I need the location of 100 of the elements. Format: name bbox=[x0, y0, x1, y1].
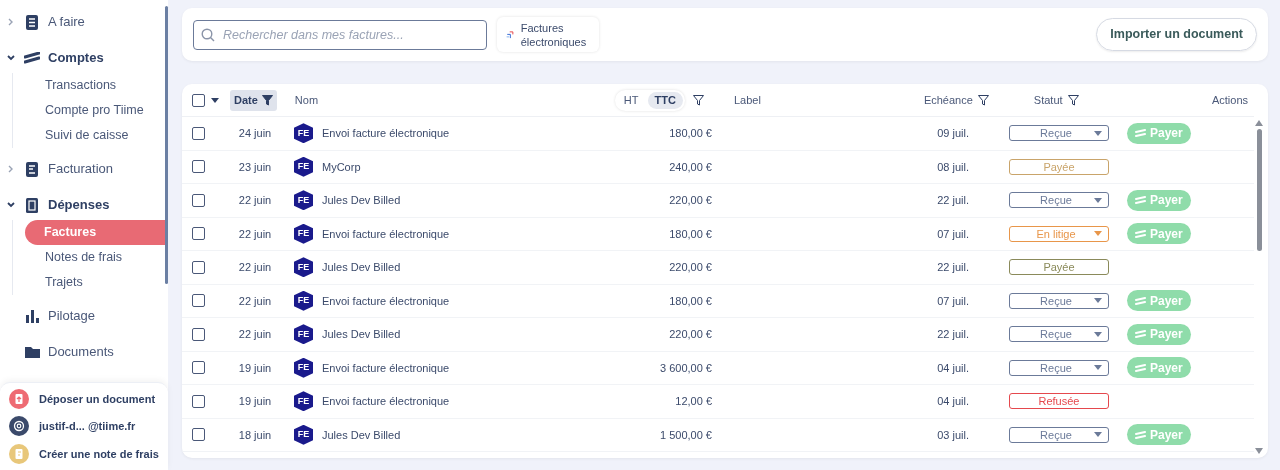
caret-down-icon bbox=[1094, 331, 1102, 337]
amount-cell-text: 240,00 € bbox=[668, 159, 712, 175]
due-date-cell-text: 09 juil. bbox=[936, 126, 969, 141]
column-header: Nom bbox=[294, 92, 320, 108]
checkbox[interactable] bbox=[192, 193, 205, 207]
checkbox[interactable] bbox=[192, 227, 205, 241]
amount-cell-text: 220,00 € bbox=[668, 193, 712, 208]
filter-icon[interactable] bbox=[261, 94, 273, 106]
ht-ttc-toggle[interactable]: HT TTC bbox=[614, 89, 685, 111]
caret-down-icon bbox=[1094, 130, 1102, 136]
quick-action-link[interactable]: Déposer un document bbox=[39, 390, 156, 408]
filter-icon[interactable] bbox=[977, 94, 989, 106]
card-icon bbox=[1135, 196, 1146, 205]
checkbox[interactable] bbox=[192, 93, 205, 107]
sidebar-item[interactable]: Documents bbox=[48, 342, 114, 362]
sidebar-item[interactable]: Pilotage bbox=[48, 306, 95, 326]
column-header: Echéance bbox=[923, 92, 973, 108]
scroll-down-arrow-icon[interactable] bbox=[1255, 448, 1263, 454]
sidebar-item[interactable]: Comptes bbox=[48, 48, 104, 68]
date-cell-text: 18 juin bbox=[237, 427, 273, 443]
checkbox[interactable] bbox=[192, 428, 205, 442]
status-dropdown[interactable]: Reçue bbox=[1009, 125, 1109, 142]
caret-down-icon bbox=[1094, 298, 1102, 304]
quick-action-link[interactable]: justif-d... @tiime.fr bbox=[39, 418, 136, 435]
sidebar-item[interactable]: Facturation bbox=[48, 159, 114, 179]
status-dropdown[interactable]: Reçue bbox=[1009, 192, 1109, 209]
checkbox[interactable] bbox=[192, 294, 205, 308]
at-sign-icon bbox=[9, 416, 29, 437]
name-cell-text: Envoi facture électronique bbox=[322, 126, 451, 141]
checkbox[interactable] bbox=[192, 260, 205, 274]
caret-down-icon bbox=[1094, 231, 1102, 237]
list-icon bbox=[26, 14, 38, 30]
date-cell-text: 22 juin bbox=[237, 260, 273, 275]
date-cell-text: 23 juin bbox=[237, 159, 273, 175]
chevron-down-icon[interactable] bbox=[6, 200, 16, 210]
due-date-cell-text: 22 juil. bbox=[936, 260, 969, 275]
sidebar-subitem[interactable]: Transactions bbox=[27, 73, 168, 98]
sidebar-item[interactable]: A faire bbox=[48, 12, 85, 32]
toggle-option[interactable]: HT bbox=[616, 91, 646, 109]
quick-action-link[interactable]: Créer une note de frais bbox=[39, 445, 159, 463]
checkbox[interactable] bbox=[192, 126, 205, 140]
name-cell-text: Envoi facture électronique bbox=[322, 360, 451, 376]
checkbox[interactable] bbox=[192, 160, 205, 174]
status-dropdown[interactable]: Reçue bbox=[1009, 326, 1109, 343]
upload-icon bbox=[9, 388, 29, 409]
bar-chart-icon bbox=[25, 309, 39, 323]
caret-down-icon bbox=[1094, 365, 1102, 371]
name-cell-text: Jules Dev Billed bbox=[322, 260, 402, 275]
status-dropdown[interactable]: Reçue bbox=[1009, 426, 1109, 443]
sidebar-subitem[interactable]: Compte pro Tiime bbox=[27, 98, 168, 123]
checkbox[interactable] bbox=[192, 327, 205, 341]
amount-cell-text: 220,00 € bbox=[668, 260, 712, 275]
fe-badge: FE bbox=[294, 223, 313, 244]
due-date-cell-text: 07 juil. bbox=[936, 293, 969, 309]
e-invoices-button[interactable]: Factures électroniques bbox=[497, 17, 599, 52]
checkbox[interactable] bbox=[192, 361, 205, 375]
amount-cell-text: 180,00 € bbox=[668, 293, 712, 309]
toggle-option[interactable]: TTC bbox=[647, 91, 683, 109]
fe-badge: FE bbox=[294, 391, 313, 412]
status-dropdown[interactable]: Reçue bbox=[1009, 359, 1109, 376]
due-date-cell-text: 04 juil. bbox=[936, 394, 969, 409]
fe-badge: FE bbox=[294, 190, 313, 211]
card-icon bbox=[1135, 129, 1146, 138]
due-date-cell-text: 22 juil. bbox=[936, 327, 969, 342]
filter-icon[interactable] bbox=[1067, 94, 1079, 106]
date-cell-text: 22 juin bbox=[237, 226, 273, 242]
due-date-cell-text: 22 juil. bbox=[936, 193, 969, 208]
status-badge: Refusée bbox=[1009, 393, 1109, 410]
card-icon bbox=[1135, 229, 1146, 238]
sidebar-item[interactable]: Dépenses bbox=[48, 195, 110, 215]
chevron-down-icon[interactable] bbox=[6, 53, 16, 63]
due-date-cell-text: 03 juil. bbox=[936, 427, 969, 443]
name-cell-text: Jules Dev Billed bbox=[322, 427, 402, 443]
caret-down-icon[interactable] bbox=[211, 97, 219, 103]
sidebar-subitem[interactable]: Notes de frais bbox=[27, 245, 168, 270]
card-icon bbox=[1135, 330, 1146, 339]
fe-badge: FE bbox=[294, 324, 313, 345]
date-cell-text: 22 juin bbox=[237, 193, 273, 208]
column-header: Label bbox=[733, 92, 762, 108]
amount-cell-text: 220,00 € bbox=[668, 327, 712, 342]
status-dropdown[interactable]: Reçue bbox=[1009, 292, 1109, 309]
filter-icon[interactable] bbox=[692, 94, 704, 106]
amount-cell-text: 180,00 € bbox=[668, 226, 712, 242]
fe-badge: FE bbox=[294, 156, 313, 177]
fe-badge: FE bbox=[294, 357, 313, 378]
checkbox[interactable] bbox=[192, 394, 205, 408]
sidebar-subitem[interactable]: Suivi de caisse bbox=[27, 123, 168, 148]
search-field[interactable]: Rechercher dans mes factures... bbox=[193, 19, 487, 50]
fe-badge: FE bbox=[294, 424, 313, 445]
fe-badge: FE bbox=[294, 257, 313, 278]
sidebar-subitem[interactable]: Trajets bbox=[27, 270, 168, 295]
column-header: Statut bbox=[1033, 92, 1063, 108]
date-sort-header[interactable]: Date bbox=[230, 89, 277, 111]
name-cell-text: Envoi facture électronique bbox=[322, 293, 451, 309]
scroll-up-arrow-icon[interactable] bbox=[1255, 120, 1263, 126]
caret-down-icon bbox=[1094, 432, 1102, 438]
card-icon bbox=[1135, 296, 1146, 305]
due-date-cell-text: 04 juil. bbox=[936, 360, 969, 376]
name-cell-text: Jules Dev Billed bbox=[322, 327, 402, 342]
receipt-icon bbox=[9, 444, 29, 465]
